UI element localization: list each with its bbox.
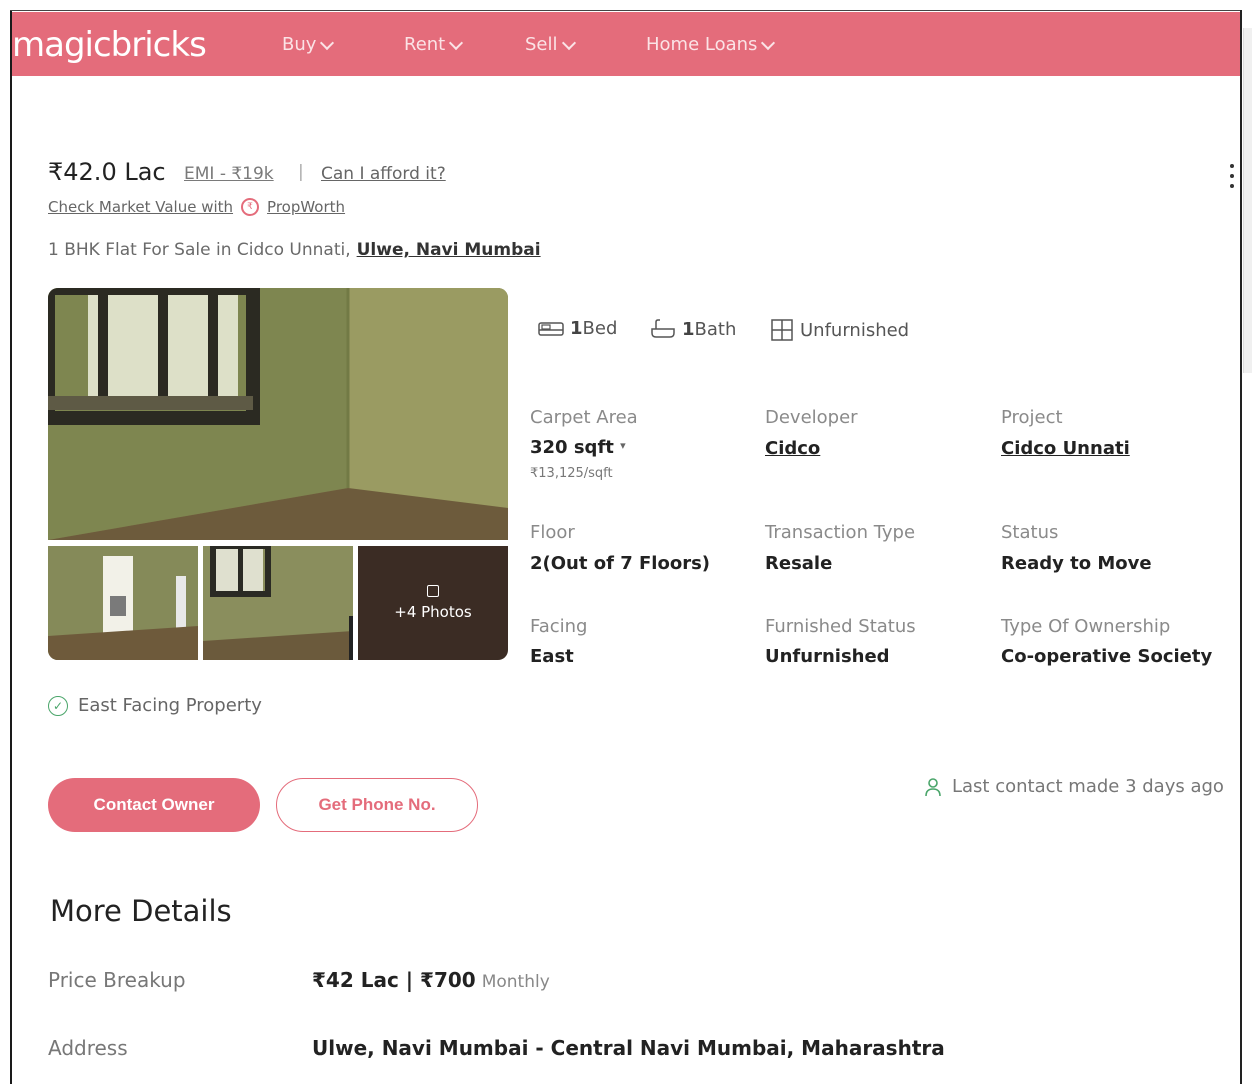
check-circle-icon: ✓	[48, 695, 68, 716]
scrollbar[interactable]	[1243, 28, 1252, 373]
nav-home-loans-label: Home Loans	[646, 34, 758, 55]
thumbnail-photo[interactable]	[48, 546, 198, 660]
price-per-sqft: ₹13,125/sqft	[530, 466, 613, 481]
room-photo	[48, 546, 198, 660]
screenshot-top-border	[10, 10, 1240, 11]
afford-link[interactable]: Can I afford it?	[321, 164, 446, 184]
facing-label: Facing	[530, 616, 588, 637]
ownership-label: Type Of Ownership	[1001, 616, 1171, 637]
separator: |	[298, 162, 304, 182]
caret-down-icon: ▾	[620, 439, 626, 452]
floor-value: 2(Out of 7 Floors)	[530, 553, 711, 574]
furnished-status-value: Unfurnished	[765, 646, 890, 667]
bath-count: 1	[682, 318, 695, 340]
propworth-icon: ₹	[241, 198, 260, 216]
nav-home-loans[interactable]: Home Loans	[646, 34, 776, 55]
amenity-bed: 1Bed	[538, 318, 617, 339]
room-photo	[48, 288, 508, 540]
developer-label: Developer	[765, 407, 858, 428]
propworth-link[interactable]: PropWorth	[267, 198, 345, 216]
highlight: ✓ East Facing Property	[48, 695, 262, 716]
site-header: magicbricks Buy Rent Sell Home Loans	[12, 12, 1240, 76]
more-details-heading: More Details	[50, 894, 232, 928]
price-breakup-amount: ₹42 Lac | ₹700	[312, 968, 476, 992]
bath-icon	[651, 319, 675, 338]
amenity-furnishing: Unfurnished	[770, 318, 909, 342]
bed-count: 1	[570, 318, 583, 339]
chevron-down-icon	[320, 35, 335, 50]
carpet-area-text: 320 sqft	[530, 437, 614, 458]
price-breakup-label: Price Breakup	[48, 968, 186, 992]
transaction-type-value: Resale	[765, 553, 833, 574]
more-options-icon[interactable]	[1230, 164, 1236, 188]
logo[interactable]: magicbricks	[12, 28, 207, 62]
status-label: Status	[1001, 522, 1059, 543]
market-value-row[interactable]: Check Market Value with ₹ PropWorth	[48, 198, 345, 216]
nav-rent[interactable]: Rent	[404, 34, 464, 55]
bath-label: Bath	[694, 318, 737, 340]
price-breakup-unit: Monthly	[481, 972, 550, 992]
property-title: 1 BHK Flat For Sale in Cidco Unnati, Ulwe…	[48, 240, 541, 260]
furnishing-icon	[771, 319, 793, 341]
amenity-bath: 1Bath	[650, 318, 736, 340]
user-icon	[925, 777, 941, 796]
status-value: Ready to Move	[1001, 553, 1152, 574]
developer-link[interactable]: Cidco	[765, 438, 820, 459]
nav-sell-label: Sell	[525, 34, 558, 55]
thumbnail-photo[interactable]	[203, 546, 353, 660]
furnishing-label: Unfurnished	[800, 319, 910, 341]
screenshot-left-border	[10, 10, 12, 1084]
facing-value: East	[530, 646, 574, 667]
property-price: ₹42.0 Lac	[48, 158, 166, 186]
bed-icon	[538, 321, 564, 336]
more-photos-button[interactable]: +4 Photos	[358, 546, 508, 660]
ownership-value: Co-operative Society	[1001, 646, 1213, 667]
carpet-area-value[interactable]: 320 sqft ▾	[530, 437, 626, 458]
floor-label: Floor	[530, 522, 575, 543]
furnished-status-label: Furnished Status	[765, 616, 916, 637]
more-photos-label: +4 Photos	[394, 603, 472, 621]
location-link[interactable]: Ulwe, Navi Mumbai	[357, 240, 541, 260]
contact-owner-button[interactable]: Contact Owner	[48, 778, 260, 832]
chevron-down-icon	[561, 35, 576, 50]
price-breakup-value: ₹42 Lac | ₹700 Monthly	[312, 968, 550, 992]
address-label: Address	[48, 1036, 128, 1060]
nav-rent-label: Rent	[404, 34, 446, 55]
bed-label: Bed	[582, 318, 618, 339]
image-icon	[427, 585, 439, 597]
main-photo[interactable]	[48, 288, 508, 540]
screenshot-right-border	[1240, 10, 1242, 1084]
highlight-text: East Facing Property	[78, 695, 262, 716]
nav-buy[interactable]: Buy	[282, 34, 335, 55]
nav-buy-label: Buy	[282, 34, 317, 55]
transaction-type-label: Transaction Type	[765, 522, 916, 543]
get-phone-button[interactable]: Get Phone No.	[276, 778, 478, 832]
address-value: Ulwe, Navi Mumbai - Central Navi Mumbai,…	[312, 1036, 945, 1060]
room-photo	[203, 546, 353, 660]
emi-link[interactable]: EMI - ₹19k	[184, 164, 274, 184]
last-contact-info: Last contact made 3 days ago	[924, 776, 1224, 797]
market-value-link[interactable]: Check Market Value with	[48, 198, 233, 216]
carpet-area-label: Carpet Area	[530, 407, 638, 428]
last-contact-text: Last contact made 3 days ago	[952, 776, 1224, 797]
nav-sell[interactable]: Sell	[525, 34, 576, 55]
property-title-text: 1 BHK Flat For Sale in Cidco Unnati,	[48, 240, 351, 260]
chevron-down-icon	[761, 35, 776, 50]
project-label: Project	[1001, 407, 1063, 428]
project-link[interactable]: Cidco Unnati	[1001, 438, 1130, 459]
chevron-down-icon	[449, 35, 464, 50]
